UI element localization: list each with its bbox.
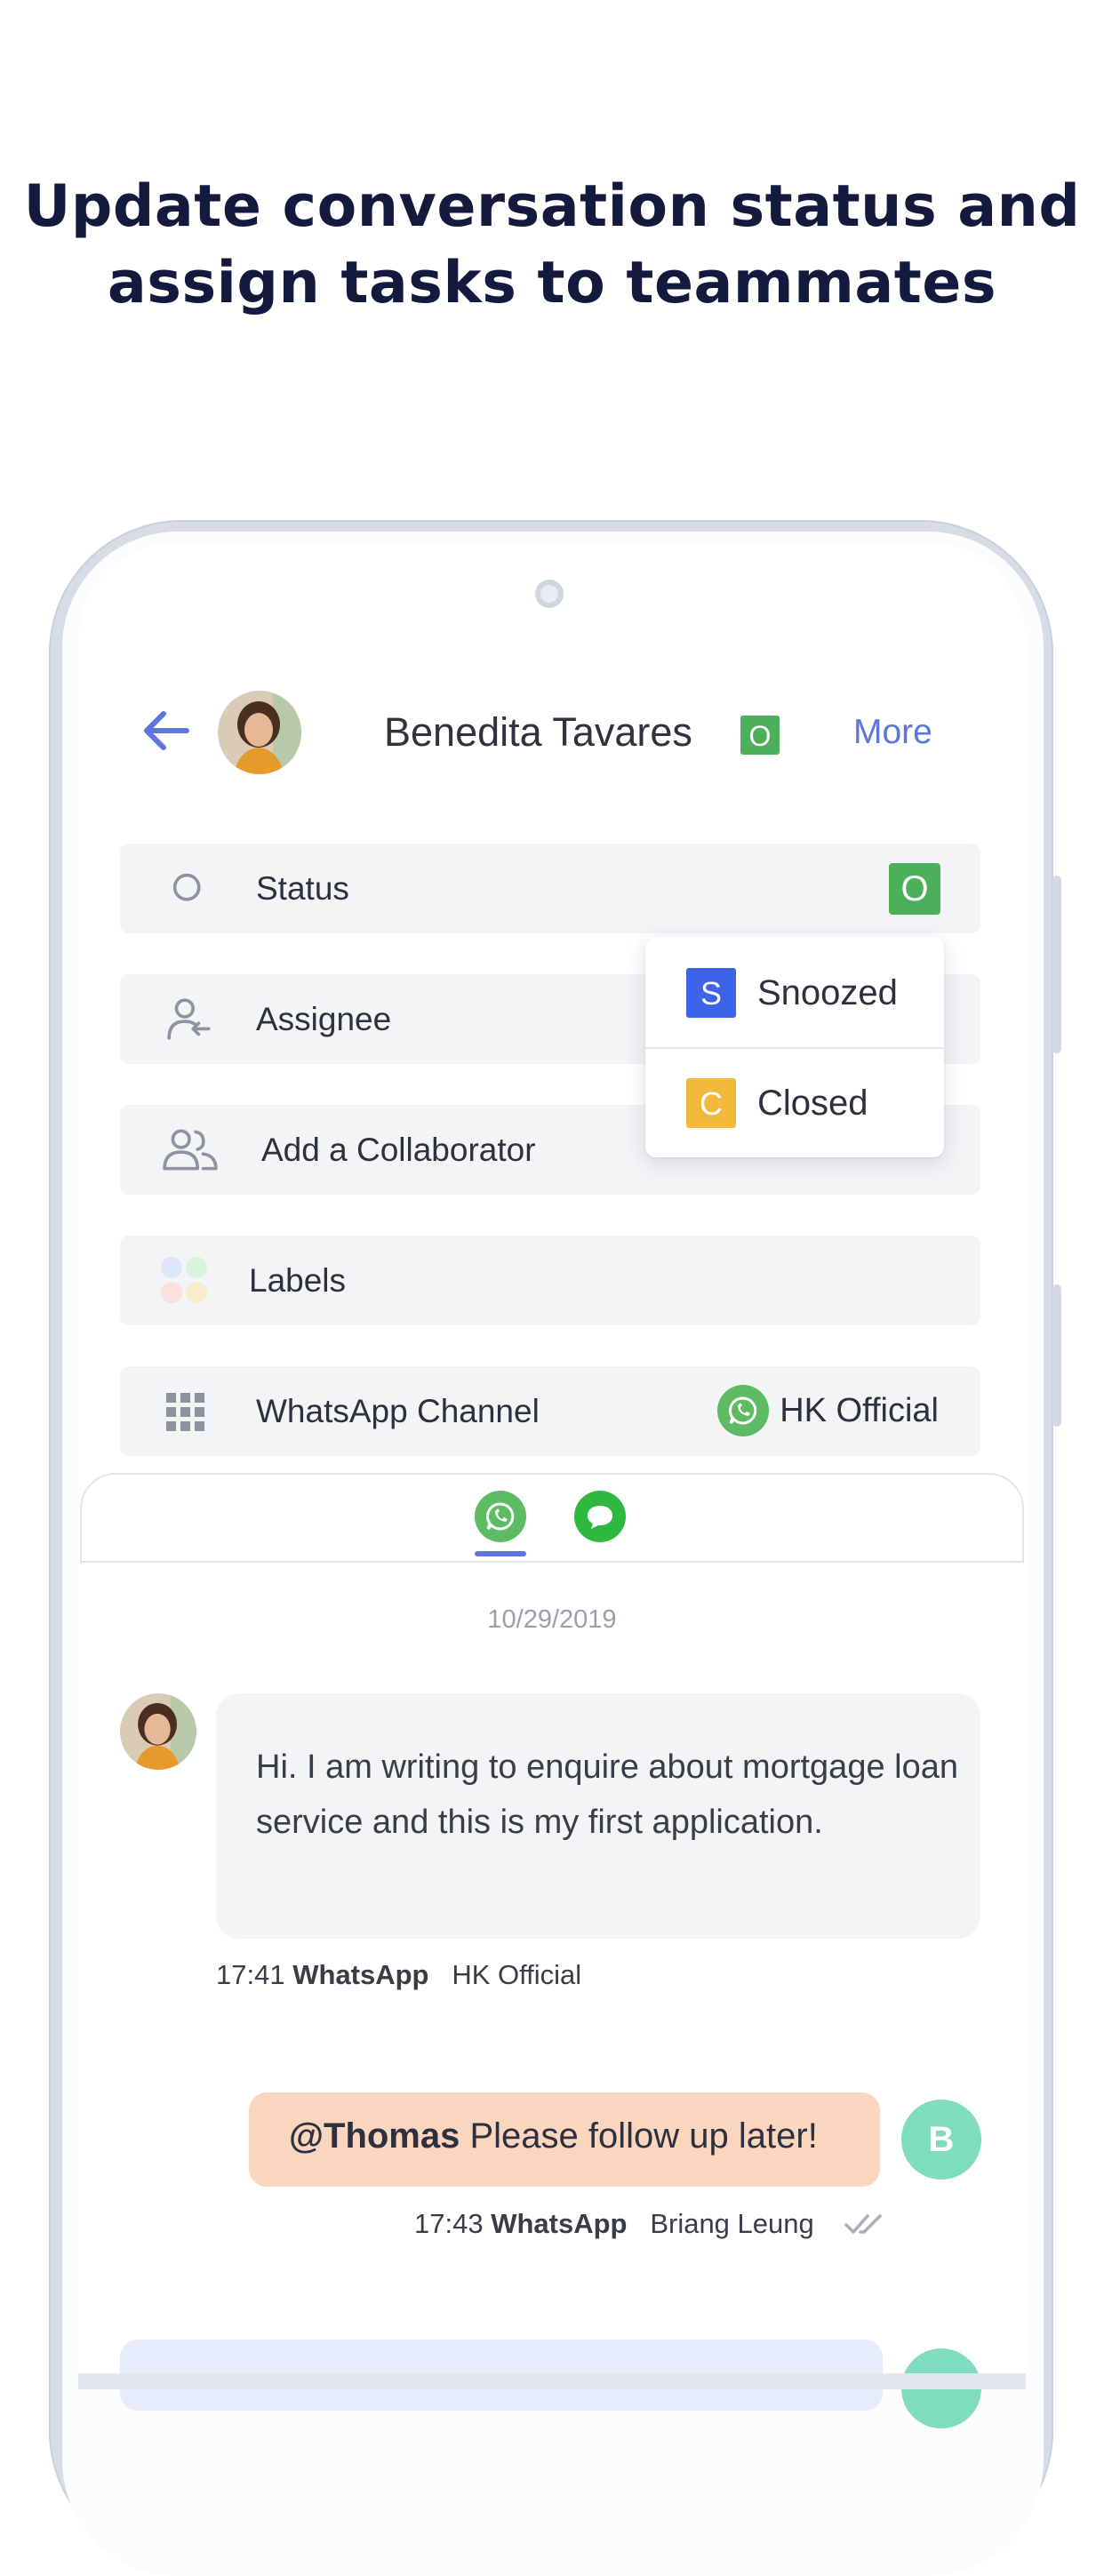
- contact-name: Benedita Tavares: [384, 709, 692, 755]
- labels-row[interactable]: Labels: [120, 1236, 980, 1325]
- closed-badge: C: [686, 1078, 736, 1128]
- mention[interactable]: @Thomas: [289, 2116, 460, 2156]
- note-body: Please follow up later!: [460, 2116, 818, 2156]
- incoming-message-account: HK Official: [452, 1959, 582, 1990]
- collaborator-label: Add a Collaborator: [261, 1132, 536, 1168]
- phone-side-button: [1052, 876, 1061, 1053]
- more-button[interactable]: More: [853, 713, 932, 752]
- status-row[interactable]: Status O: [120, 844, 980, 933]
- status-option-snoozed[interactable]: S Snoozed: [686, 967, 898, 1019]
- assignee-label: Assignee: [256, 1001, 392, 1037]
- whatsapp-icon: [717, 1385, 770, 1436]
- closed-label: Closed: [757, 1083, 868, 1123]
- back-arrow-icon[interactable]: [140, 706, 190, 756]
- channel-tab-bar: [80, 1473, 1024, 1564]
- incoming-message-meta: 17:41 WhatsApp HK Official: [216, 1959, 581, 1991]
- labels-label: Labels: [249, 1262, 347, 1299]
- status-option-closed[interactable]: C Closed: [686, 1077, 868, 1129]
- date-separator: 10/29/2019: [487, 1605, 617, 1634]
- status-badge: O: [740, 716, 780, 755]
- channel-row[interactable]: WhatsApp Channel HK Official: [120, 1366, 980, 1456]
- status-value-badge[interactable]: O: [889, 863, 940, 915]
- whatsapp-tab-icon[interactable]: [475, 1491, 526, 1542]
- camera-icon: [535, 580, 564, 608]
- agent-avatar: B: [901, 2100, 981, 2180]
- snoozed-badge: S: [686, 968, 736, 1018]
- status-dropdown-menu: S Snoozed C Closed: [645, 937, 944, 1157]
- active-tab-indicator: [475, 1551, 526, 1556]
- channel-label: WhatsApp Channel: [256, 1393, 540, 1429]
- note-message-channel: WhatsApp: [491, 2208, 628, 2239]
- note-message-text: @Thomas Please follow up later!: [289, 2116, 818, 2156]
- note-message-sender: Briang Leung: [650, 2208, 814, 2239]
- note-message-bubble[interactable]: @Thomas Please follow up later!: [249, 2092, 880, 2187]
- assignee-icon: [167, 998, 211, 1040]
- snoozed-label: Snoozed: [757, 972, 898, 1012]
- grid-icon: [166, 1393, 204, 1431]
- collaborators-icon: [163, 1129, 218, 1171]
- status-circle-icon: [172, 873, 201, 901]
- phone-side-button: [1052, 1284, 1061, 1427]
- headline-line-1: Update conversation status and: [23, 173, 1081, 240]
- channel-value[interactable]: HK Official: [717, 1384, 939, 1437]
- incoming-message-time: 17:41: [216, 1959, 285, 1990]
- labels-icon: [161, 1257, 207, 1303]
- contact-message-avatar: [120, 1693, 196, 1770]
- channel-value-label: HK Official: [780, 1391, 939, 1429]
- menu-divider: [645, 1047, 944, 1049]
- incoming-message-text: Hi. I am writing to enquire about mortga…: [256, 1748, 958, 1841]
- headline: Update conversation status and assign ta…: [0, 169, 1104, 322]
- tab-bar-divider: [80, 1561, 1022, 1563]
- screen-bottom-edge: [78, 2373, 1026, 2389]
- message-tab-icon[interactable]: [574, 1491, 626, 1542]
- incoming-message-bubble[interactable]: Hi. I am writing to enquire about mortga…: [216, 1693, 980, 1939]
- headline-line-2: assign tasks to teammates: [107, 250, 997, 316]
- contact-avatar[interactable]: [218, 691, 301, 774]
- status-label: Status: [256, 870, 349, 907]
- incoming-message-channel: WhatsApp: [292, 1959, 429, 1990]
- note-message-meta: 17:43 WhatsApp Briang Leung: [414, 2208, 814, 2240]
- note-message-time: 17:43: [414, 2208, 484, 2239]
- double-check-icon: [844, 2214, 882, 2234]
